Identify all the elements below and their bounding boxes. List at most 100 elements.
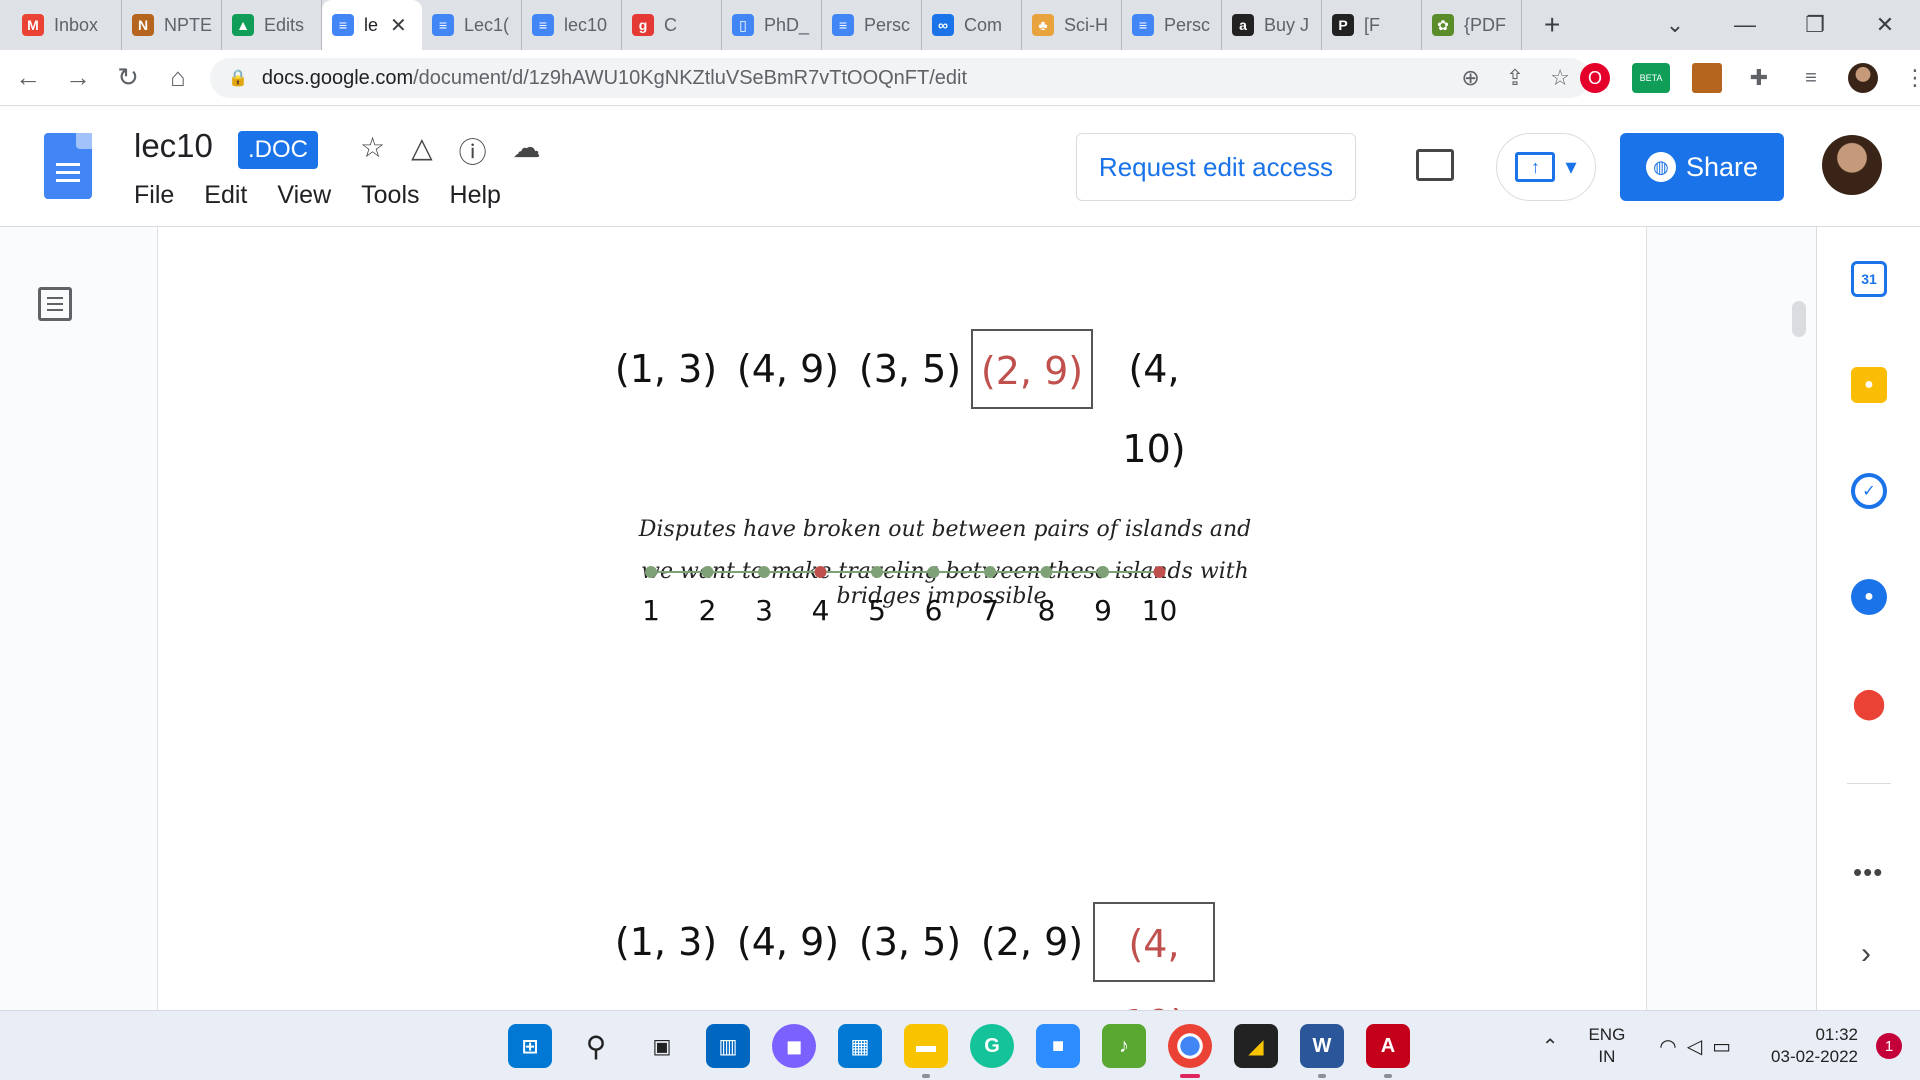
google-docs-logo-icon[interactable] [44,133,92,199]
share-page-icon[interactable]: ⇪ [1506,65,1524,91]
browser-tab[interactable]: ∞ Com [922,0,1022,50]
notification-badge[interactable]: 1 [1876,1033,1902,1059]
restore-button[interactable]: ❐ [1780,12,1850,38]
present-button[interactable]: ↑ ▾ [1496,133,1596,201]
close-window-button[interactable]: ✕ [1850,12,1920,38]
address-bar-actions: ⊕ ⇪ ☆ [1461,58,1570,98]
browser-tab[interactable]: ≡ Persc [822,0,922,50]
reload-icon[interactable]: ↻ [106,62,150,93]
tab-close-icon[interactable]: ✕ [390,13,407,38]
island-node [984,566,996,578]
browser-tab[interactable]: M Inbox [12,0,122,50]
tab-label: Persc [864,14,911,35]
document-title[interactable]: lec10 [134,127,213,165]
new-tab-button[interactable]: + [1544,9,1560,41]
island-label: 9 [1094,594,1112,627]
browser-tab[interactable]: ▲ Edits [222,0,322,50]
music-app-icon[interactable]: ♪ [1102,1024,1146,1068]
lock-icon[interactable]: 🔒 [228,68,248,88]
media-control-icon[interactable]: ≡ [1796,63,1826,93]
store-icon[interactable]: ▦ [838,1024,882,1068]
back-arrow-icon[interactable]: ← [6,62,50,93]
address-bar[interactable]: 🔒 docs.google.com/document/d/1z9hAWU10Kg… [210,58,1590,98]
zoom-app-icon[interactable]: ■ [1036,1024,1080,1068]
widgets-icon[interactable]: ▥ [706,1024,750,1068]
browser-toolbar: ← → ↻ ⌂ 🔒 docs.google.com/document/d/1z9… [0,50,1920,106]
add-to-drive-icon[interactable]: △ [411,131,433,171]
tab-favicon-icon: ▲ [232,14,254,36]
browser-tab[interactable]: gC [622,0,722,50]
comment-history-icon[interactable] [1416,149,1454,181]
share-button[interactable]: ◍ Share [1620,133,1784,201]
scrollbar-thumb[interactable] [1792,301,1806,337]
browser-tab[interactable]: ≡ lec10 [522,0,622,50]
more-addons-icon[interactable]: ••• [1853,857,1883,888]
acrobat-icon[interactable]: A [1366,1024,1410,1078]
menu-help[interactable]: Help [450,181,501,210]
browser-tab[interactable]: a Buy J [1222,0,1322,50]
tab-search-icon[interactable]: ⌄ [1640,12,1710,38]
clock[interactable]: 01:32 03-02-2022 [1771,1024,1858,1068]
present-dropdown-icon[interactable]: ▾ [1565,154,1576,180]
profile-avatar-icon[interactable] [1848,63,1878,93]
task-view-icon[interactable]: ▣ [640,1024,684,1068]
browser-tab[interactable]: ▯ PhD_ [722,0,822,50]
island-label: 10 [1142,594,1178,627]
browser-tab[interactable]: ♣ Sci-H [1022,0,1122,50]
island-label: 3 [755,594,773,627]
tasks-icon[interactable]: ✓ [1851,473,1887,509]
word-icon[interactable]: W [1300,1024,1344,1078]
menu-file[interactable]: File [134,181,174,210]
browser-tab[interactable]: ≡ Persc [1122,0,1222,50]
window-controls: ⌄ — ❐ ✕ [1640,0,1920,50]
calendar-icon[interactable]: 31 [1851,261,1887,297]
tab-favicon-icon: N [132,14,154,36]
file-explorer-icon[interactable]: ▬ [904,1024,948,1078]
island-node [871,566,883,578]
start-windows-icon[interactable]: ⊞ [508,1024,552,1068]
share-label: Share [1685,151,1759,182]
grammarly-icon[interactable]: G [970,1024,1014,1068]
island-node-cut [1153,566,1166,578]
docs-header: lec10 .DOC ☆ △ ⓘ ☁ File Edit View Tools … [0,107,1920,227]
info-icon[interactable]: ⓘ [459,131,487,171]
beta-extension-icon[interactable]: BETA [1632,63,1670,93]
expand-panel-icon[interactable]: › [1861,937,1871,971]
browser-tab[interactable]: P [F [1322,0,1422,50]
language-indicator[interactable]: ENG IN [1588,1024,1625,1068]
browser-tab[interactable]: ✿ {PDF [1422,0,1522,50]
menu-view[interactable]: View [277,181,331,210]
minimize-button[interactable]: — [1710,12,1780,38]
forward-arrow-icon[interactable]: → [56,62,100,93]
sticky-notes-icon[interactable]: ◢ [1234,1024,1278,1068]
request-edit-access-button[interactable]: Request edit access [1076,133,1356,201]
wifi-volume-battery-icons[interactable]: ◠◁▭ [1659,1034,1741,1059]
contacts-icon[interactable]: ● [1851,579,1887,615]
document-outline-icon[interactable] [38,287,72,321]
zoom-icon[interactable]: ⊕ [1461,65,1479,91]
teams-chat-icon[interactable]: ◼ [772,1024,816,1068]
island-label: 1 [642,594,660,627]
menu-edit[interactable]: Edit [204,181,247,210]
browser-tab[interactable]: N NPTE [122,0,222,50]
search-icon[interactable]: ⚲ [574,1024,618,1068]
account-avatar[interactable] [1822,135,1882,195]
island-label: 5 [868,594,886,627]
browser-tab[interactable]: ≡ Lec1( [422,0,522,50]
home-icon[interactable]: ⌂ [156,62,200,93]
opera-extension-icon[interactable]: O [1580,63,1610,93]
keep-icon[interactable]: ● [1851,367,1887,403]
document-page: (1, 3) (4, 9) (3, 5) (2, 9) (4, 10) Disputes… [157,227,1647,1010]
star-icon[interactable]: ☆ [360,131,385,171]
tray-chevron-icon[interactable]: ⌃ [1542,1034,1559,1059]
maps-icon[interactable]: ⬤ [1851,685,1887,721]
browser-tab-active[interactable]: ≡ le ✕ [322,0,422,50]
browser-menu-icon[interactable]: ⋮ [1900,63,1920,93]
extensions-puzzle-icon[interactable]: ✚ [1744,63,1774,93]
chrome-icon[interactable] [1168,1024,1212,1078]
brick-extension-icon[interactable] [1692,63,1722,93]
side-panel-divider [1847,783,1891,784]
cloud-status-icon[interactable]: ☁ [513,131,541,171]
menu-tools[interactable]: Tools [361,181,419,210]
bookmark-star-icon[interactable]: ☆ [1550,65,1570,91]
